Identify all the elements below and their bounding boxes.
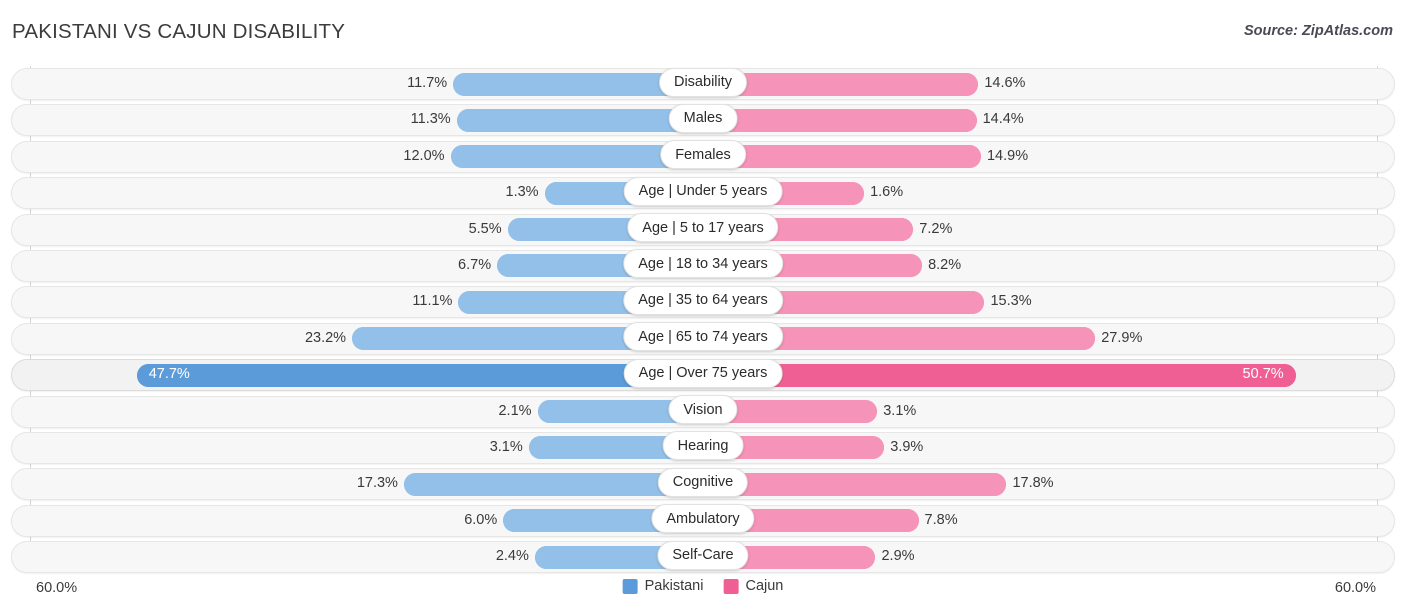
value-label-cajun: 50.7% <box>1242 366 1284 383</box>
plot-area: 11.7% 14.6% Disability 11.3% 14.4% Males 12.0%… <box>0 66 1406 574</box>
value-label-cajun: 2.9% <box>881 548 915 565</box>
category-label-pill[interactable]: Cognitive <box>657 467 749 497</box>
legend-swatch-icon <box>723 578 739 594</box>
value-label-cajun: 27.9% <box>1101 329 1143 346</box>
category-label-pill[interactable]: Ambulatory <box>651 504 755 534</box>
value-label-pakistani: 17.3% <box>356 475 398 492</box>
table-row[interactable]: 11.1% 15.3% Age | 35 to 64 years <box>0 284 1406 320</box>
table-row[interactable]: 23.2% 27.9% Age | 65 to 74 years <box>0 321 1406 357</box>
axis-label-left: 60.0% <box>36 580 78 596</box>
table-row[interactable]: 11.7% 14.6% Disability <box>0 66 1406 102</box>
value-label-cajun: 1.6% <box>870 184 904 201</box>
category-label-pill[interactable]: Self-Care <box>657 540 749 570</box>
value-label-cajun: 8.2% <box>928 256 962 273</box>
legend-item[interactable]: Cajun <box>723 578 783 594</box>
category-label-pill[interactable]: Disability <box>658 67 748 97</box>
bar-pakistani[interactable] <box>136 363 703 387</box>
category-label-pill[interactable]: Hearing <box>662 431 744 461</box>
bar-rows-container: 11.7% 14.6% Disability 11.3% 14.4% Males 12.0%… <box>0 66 1406 575</box>
value-label-cajun: 14.4% <box>982 111 1024 128</box>
bar-cajun[interactable] <box>703 472 1007 496</box>
value-label-cajun: 3.9% <box>890 438 924 455</box>
table-row[interactable]: 11.3% 14.4% Males <box>0 102 1406 138</box>
disability-comparison-chart: PAKISTANI VS CAJUN DISABILITY Source: Zi… <box>0 0 1406 612</box>
category-label-pill[interactable]: Age | 5 to 17 years <box>627 213 779 243</box>
table-row[interactable]: 12.0% 14.9% Females <box>0 139 1406 175</box>
bar-cajun[interactable] <box>703 108 977 132</box>
bar-cajun[interactable] <box>703 363 1296 387</box>
table-row[interactable]: 17.3% 17.8% Cognitive <box>0 466 1406 502</box>
table-row[interactable]: 3.1% 3.9% Hearing <box>0 430 1406 466</box>
category-label-pill[interactable]: Vision <box>668 395 738 425</box>
value-label-pakistani: 2.1% <box>498 402 532 419</box>
value-label-pakistani: 11.7% <box>407 75 448 91</box>
table-row[interactable]: 6.0% 7.8% Ambulatory <box>0 503 1406 539</box>
category-label-pill[interactable]: Age | 18 to 34 years <box>623 249 783 279</box>
value-label-pakistani: 6.7% <box>458 256 492 273</box>
value-label-cajun: 14.9% <box>986 147 1029 164</box>
chart-header: PAKISTANI VS CAJUN DISABILITY Source: Zi… <box>0 0 1406 66</box>
value-label-cajun: 7.2% <box>919 220 953 237</box>
chart-legend: Pakistani Cajun <box>622 578 783 594</box>
axis-label-right: 60.0% <box>1334 580 1376 596</box>
legend-label: Cajun <box>745 578 784 594</box>
value-label-cajun: 7.8% <box>924 511 958 528</box>
table-row[interactable]: 6.7% 8.2% Age | 18 to 34 years <box>0 248 1406 284</box>
value-label-pakistani: 1.3% <box>505 184 539 201</box>
legend-swatch-icon <box>622 578 638 594</box>
legend-item[interactable]: Pakistani <box>622 578 704 594</box>
table-row[interactable]: 1.3% 1.6% Age | Under 5 years <box>0 175 1406 211</box>
source-attribution: Source: ZipAtlas.com <box>1243 23 1393 39</box>
value-label-pakistani: 5.5% <box>468 220 502 237</box>
value-label-pakistani: 2.4% <box>495 548 529 565</box>
table-row[interactable]: 47.7% 50.7% Age | Over 75 years <box>0 357 1406 393</box>
value-label-cajun: 14.6% <box>984 75 1026 91</box>
legend-label: Pakistani <box>644 578 704 594</box>
value-label-pakistani: 47.7% <box>148 366 190 383</box>
table-row[interactable]: 2.1% 3.1% Vision <box>0 394 1406 430</box>
value-label-pakistani: 6.0% <box>464 511 498 528</box>
table-row[interactable]: 2.4% 2.9% Self-Care <box>0 539 1406 575</box>
value-label-cajun: 3.1% <box>883 402 917 419</box>
value-label-pakistani: 23.2% <box>304 329 347 346</box>
value-label-pakistani: 11.3% <box>410 111 451 128</box>
category-label-pill[interactable]: Age | Under 5 years <box>623 176 783 206</box>
value-label-cajun: 15.3% <box>990 293 1032 310</box>
value-label-pakistani: 11.1% <box>412 293 453 310</box>
value-label-cajun: 17.8% <box>1012 475 1054 492</box>
bar-pakistani[interactable] <box>456 108 703 132</box>
table-row[interactable]: 5.5% 7.2% Age | 5 to 17 years <box>0 212 1406 248</box>
category-label-pill[interactable]: Age | 65 to 74 years <box>623 322 783 352</box>
page-title: PAKISTANI VS CAJUN DISABILITY <box>12 20 346 43</box>
value-label-pakistani: 3.1% <box>489 438 523 455</box>
category-label-pill[interactable]: Age | Over 75 years <box>623 358 783 388</box>
category-label-pill[interactable]: Age | 35 to 64 years <box>623 285 783 315</box>
category-label-pill[interactable]: Males <box>668 103 738 133</box>
value-label-pakistani: 12.0% <box>403 147 445 164</box>
category-label-pill[interactable]: Females <box>660 140 746 170</box>
